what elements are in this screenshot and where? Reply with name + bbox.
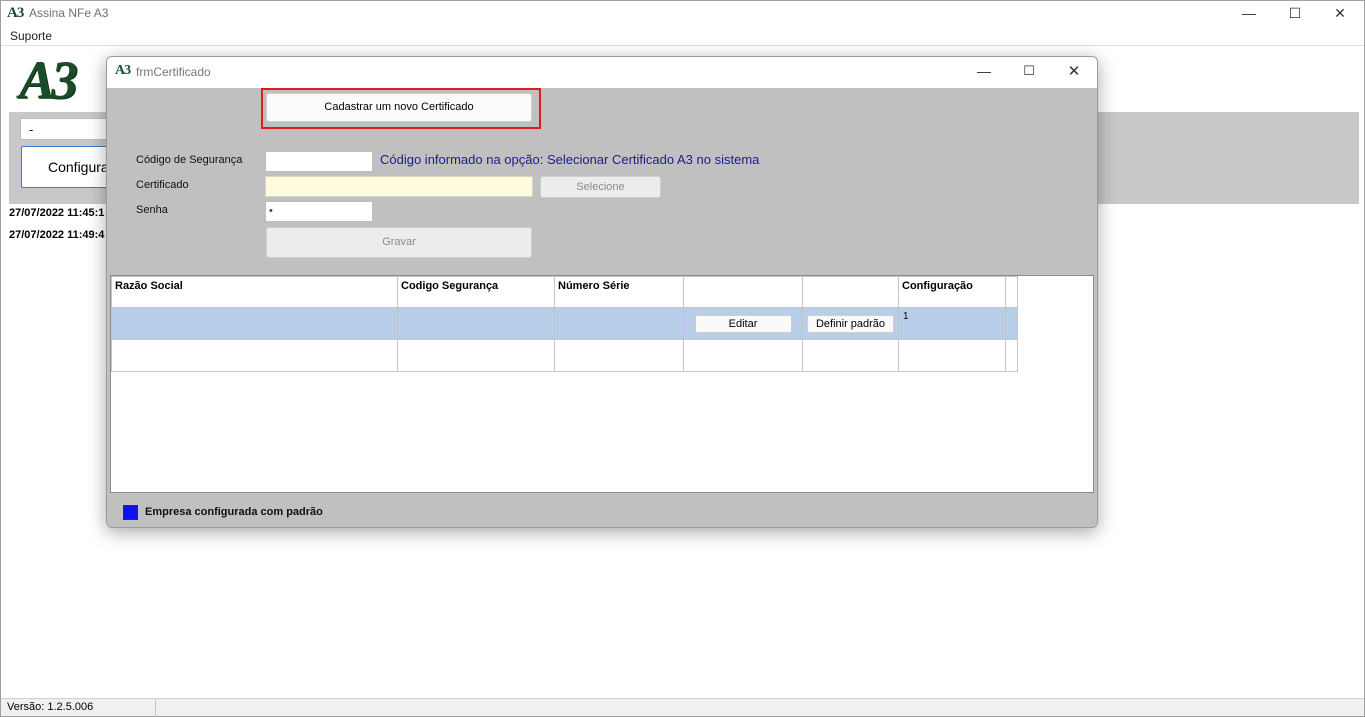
column-header[interactable]: Configuração: [898, 276, 1006, 308]
legend-label: Empresa configurada com padrão: [145, 506, 323, 518]
select-certificate-button[interactable]: Selecione: [540, 176, 661, 198]
cell-razao-social[interactable]: [111, 307, 398, 340]
cell-configuracao[interactable]: 1: [898, 307, 1006, 340]
cell-filler: [1005, 339, 1018, 372]
cell-numero-serie[interactable]: [554, 307, 684, 340]
column-header[interactable]: [683, 276, 803, 308]
table-row[interactable]: [111, 339, 1018, 372]
column-header: [1005, 276, 1018, 308]
cell-empty[interactable]: [898, 339, 1006, 372]
table-row[interactable]: Editar Definir padrão 1: [111, 307, 1018, 340]
cell-filler: [1005, 307, 1018, 340]
certificate-label: Certificado: [136, 179, 189, 191]
certificates-grid: Razão Social Codigo Segurança Número Sér…: [110, 275, 1094, 493]
legend-color-swatch: [123, 505, 138, 520]
column-header[interactable]: [802, 276, 899, 308]
maximize-icon[interactable]: ☐: [1285, 4, 1305, 22]
certificate-dialog: A3 frmCertificado — ☐ ✕ Cadastrar um nov…: [106, 56, 1098, 528]
column-header[interactable]: Razão Social: [111, 276, 398, 308]
cell-empty[interactable]: [397, 339, 555, 372]
dialog-title: frmCertificado: [136, 65, 211, 79]
set-default-button[interactable]: Definir padrão: [807, 315, 894, 333]
menu-item-suporte[interactable]: Suporte: [10, 29, 52, 43]
version-label: Versão: 1.2.5.006: [7, 701, 94, 713]
main-titlebar: A3 Assina NFe A3 — ☐ ✕: [1, 1, 1364, 27]
maximize-icon[interactable]: ☐: [1019, 63, 1039, 79]
certificate-input[interactable]: [265, 176, 533, 197]
cell-empty[interactable]: [802, 339, 899, 372]
password-input[interactable]: •: [265, 201, 373, 222]
security-code-hint: Código informado na opção: Selecionar Ce…: [380, 152, 760, 167]
cell-empty[interactable]: [111, 339, 398, 372]
minimize-icon[interactable]: —: [1239, 4, 1259, 22]
log-list: 27/07/2022 11:45:1 27/07/2022 11:49:4: [9, 206, 119, 250]
cell-edit: Editar: [683, 307, 803, 340]
cell-default: Definir padrão: [802, 307, 899, 340]
log-line: 27/07/2022 11:49:4: [9, 229, 105, 241]
statusbar: Versão: 1.2.5.006: [1, 698, 1364, 717]
app-logo-icon: A3: [7, 5, 24, 21]
cell-empty[interactable]: [554, 339, 684, 372]
status-divider: [155, 699, 156, 717]
password-label: Senha: [136, 204, 168, 216]
security-code-input[interactable]: [265, 151, 373, 172]
cell-empty[interactable]: [683, 339, 803, 372]
minimize-icon[interactable]: —: [974, 63, 994, 79]
dialog-body: Cadastrar um novo Certificado Código de …: [107, 88, 1097, 527]
close-icon[interactable]: ✕: [1330, 4, 1350, 22]
main-window-title: Assina NFe A3: [29, 6, 109, 20]
save-button[interactable]: Gravar: [266, 227, 532, 258]
column-header[interactable]: Número Série: [554, 276, 684, 308]
close-icon[interactable]: ✕: [1064, 62, 1084, 80]
certificates-table: Razão Social Codigo Segurança Número Sér…: [111, 276, 1018, 372]
company-combo[interactable]: -: [20, 118, 120, 140]
cell-codigo[interactable]: [397, 307, 555, 340]
edit-button[interactable]: Editar: [694, 315, 792, 333]
security-code-label: Código de Segurança: [136, 154, 243, 166]
log-line: 27/07/2022 11:45:1: [9, 207, 105, 219]
new-certificate-button[interactable]: Cadastrar um novo Certificado: [266, 93, 532, 122]
dialog-logo-icon: A3: [115, 63, 131, 78]
column-header[interactable]: Codigo Segurança: [397, 276, 555, 308]
brand-logo: A3: [19, 50, 78, 110]
dialog-titlebar: A3 frmCertificado — ☐ ✕: [107, 57, 1097, 88]
table-header-row: Razão Social Codigo Segurança Número Sér…: [111, 276, 1018, 308]
menubar: Suporte: [1, 28, 1364, 46]
